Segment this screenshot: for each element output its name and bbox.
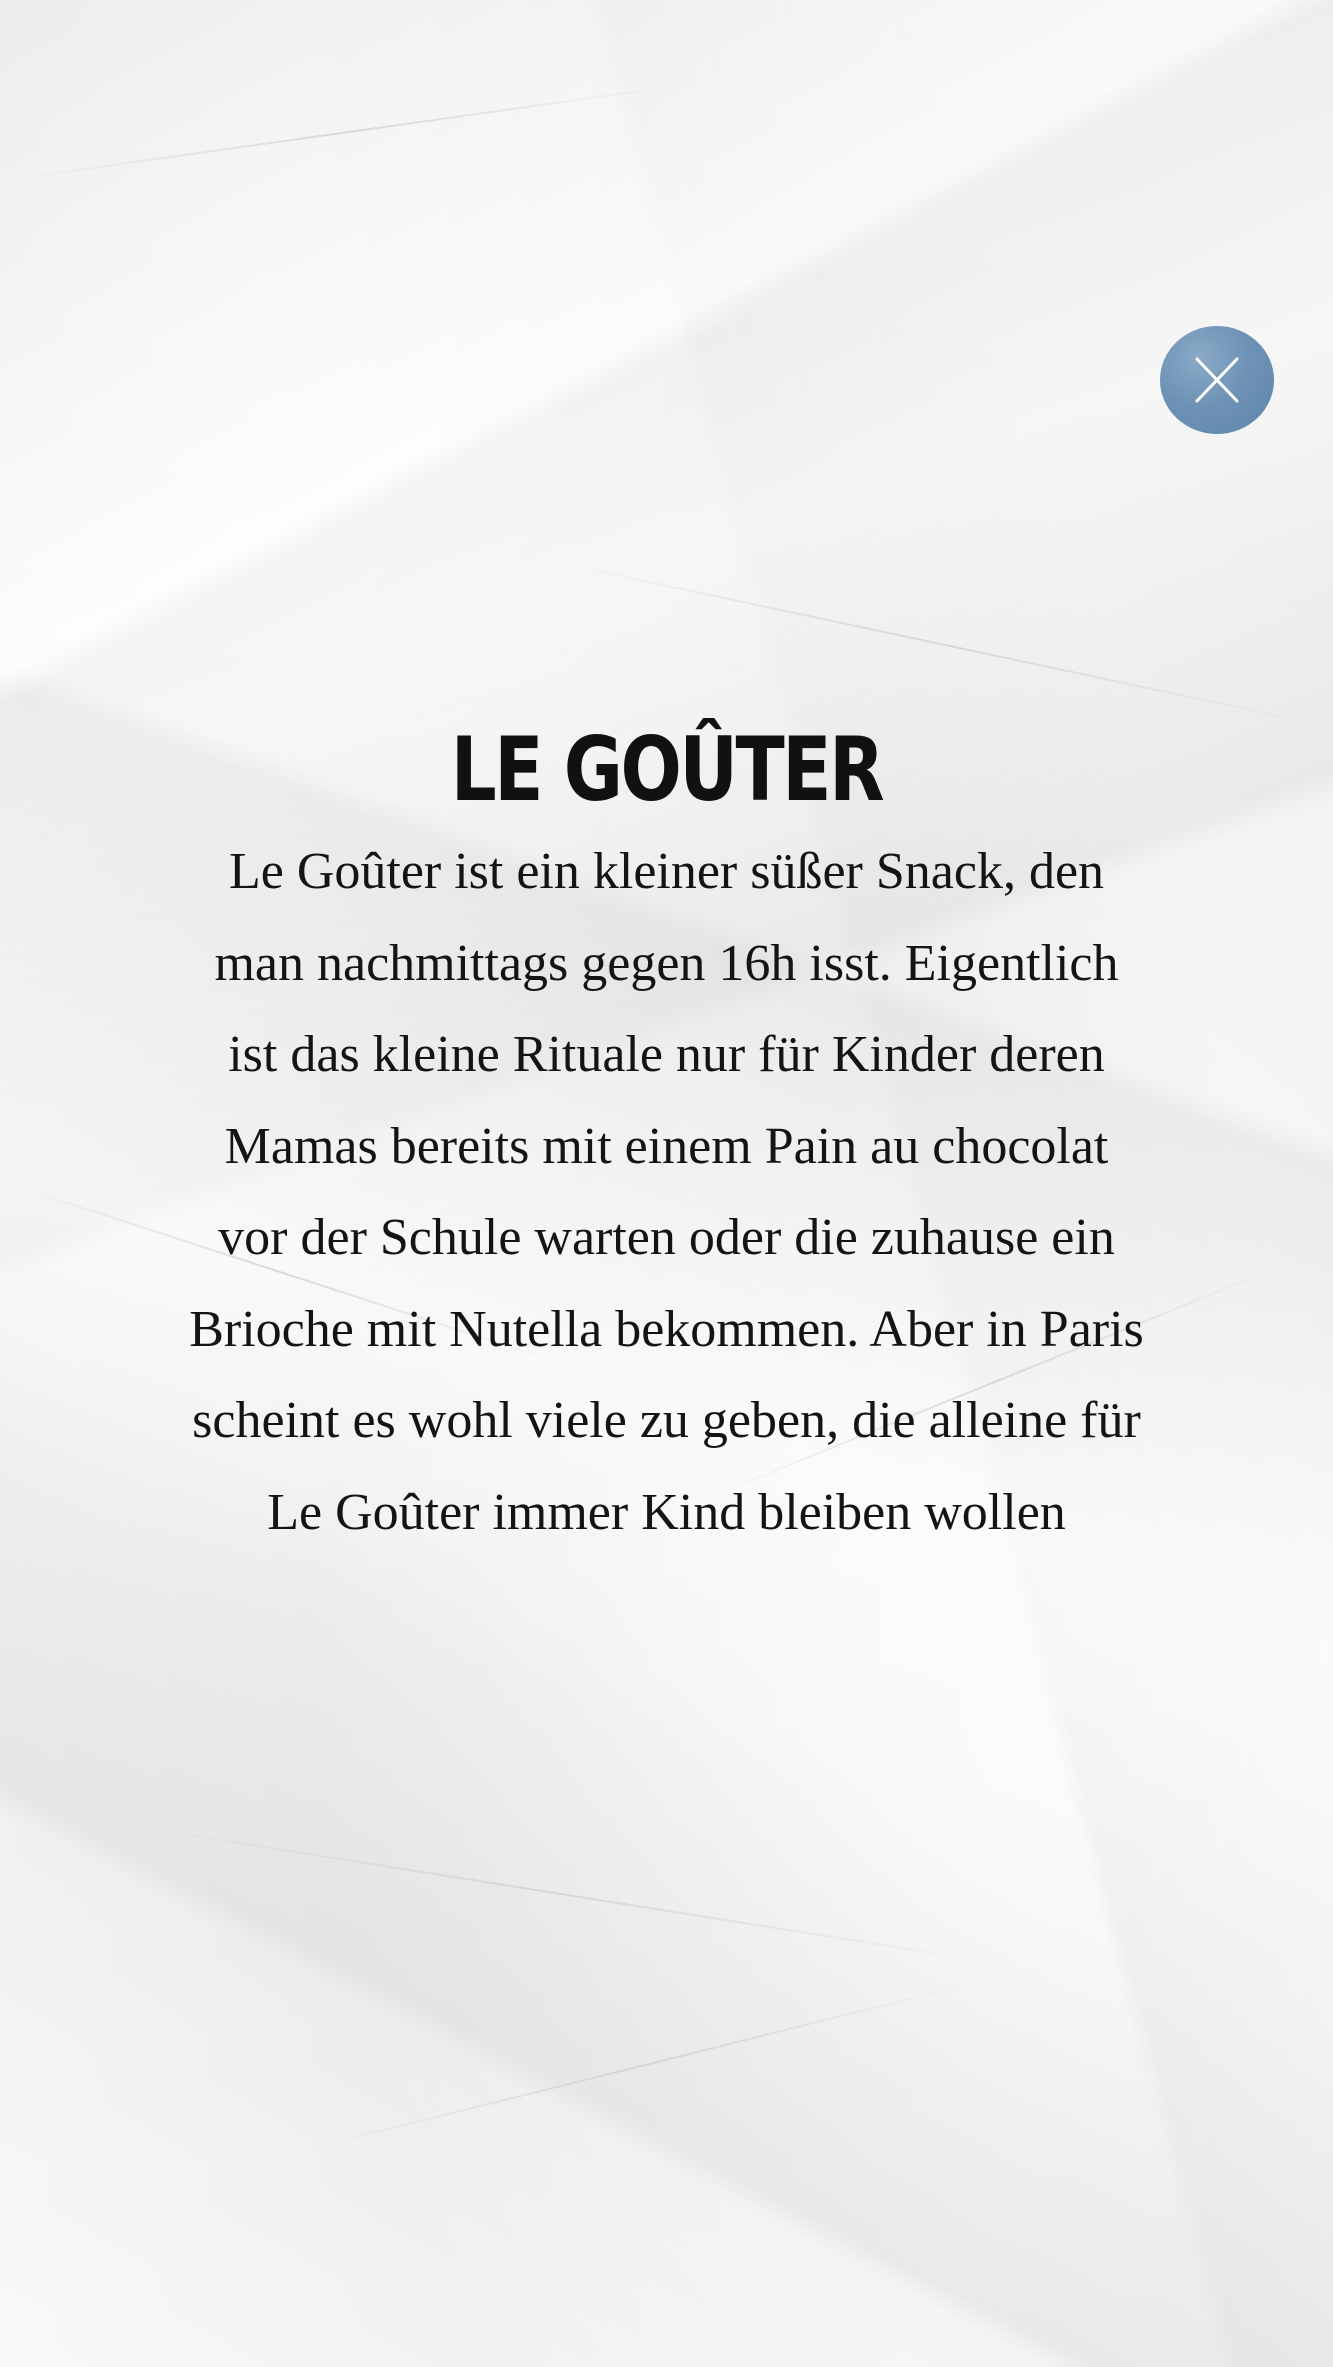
description-line: ist das kleine Rituale nur für Kinder de… — [228, 1026, 1105, 1083]
article-description: Le Goûter ist ein kleiner süßer Snack, d… — [117, 826, 1217, 1558]
description-line: man nachmittags gegen 16h isst. Eigentli… — [214, 934, 1119, 992]
page-title: Le Goûter — [450, 718, 885, 821]
description-line: vor der Schule warten oder die zuhause e… — [218, 1209, 1115, 1266]
description-line: Le Goûter immer Kind bleiben wollen — [267, 1483, 1066, 1541]
paper-crease — [549, 560, 1333, 729]
close-icon — [1195, 357, 1239, 403]
paper-crease — [299, 1980, 980, 2152]
description-line: scheint es wohl viele zu geben, die alle… — [192, 1392, 1141, 1449]
paper-crease — [99, 1820, 990, 1963]
description-line: Le Goûter ist ein kleiner süßer Snack, d… — [228, 843, 1105, 900]
paper-crease — [0, 82, 694, 182]
close-button[interactable] — [1160, 326, 1274, 434]
description-line: Mamas bereits mit einem Pain au chocolat — [224, 1117, 1109, 1175]
article-content: Le Goûter Le Goûter ist ein kleiner süße… — [100, 720, 1233, 1558]
description-line: Brioche mit Nutella bekommen. Aber in Pa… — [189, 1300, 1144, 1358]
